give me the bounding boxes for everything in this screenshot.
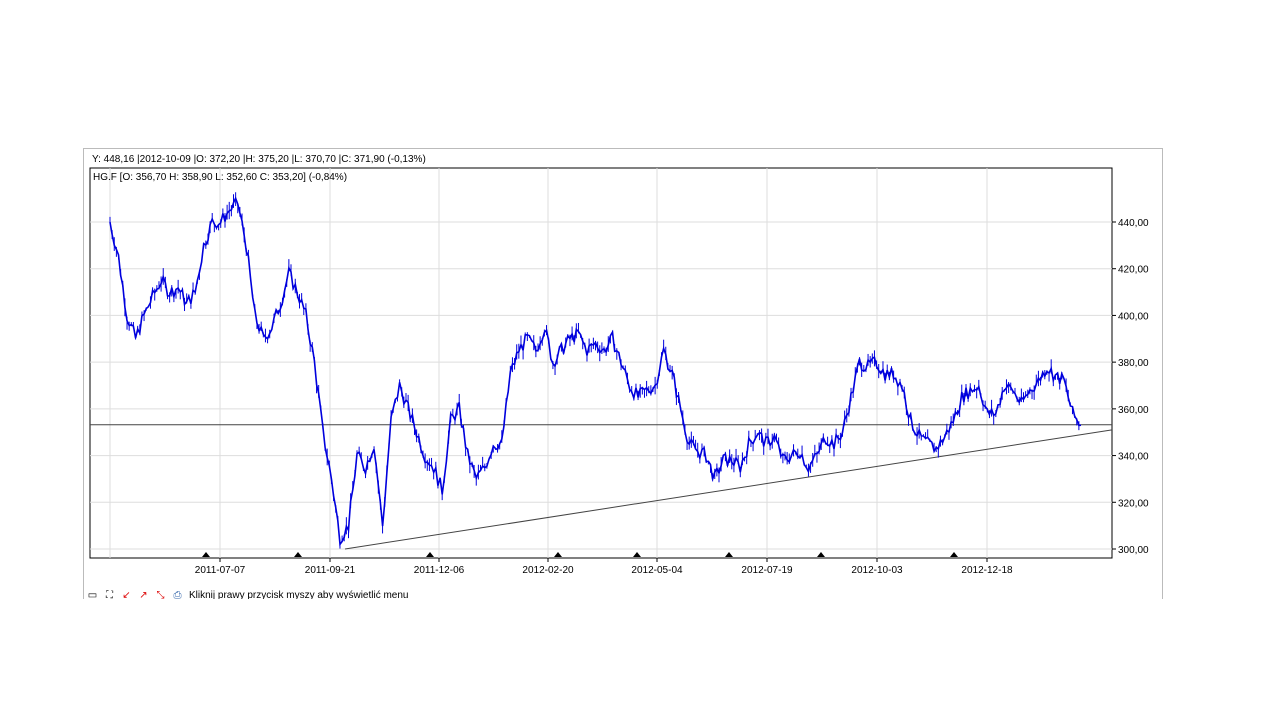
chart-title: HG.F [O: 356,70 H: 358,90 L: 352,60 C: 3… (93, 172, 347, 183)
x-tick-label: 2012-05-04 (631, 565, 683, 576)
zoom-arrows-icon[interactable]: ⤡ (155, 590, 166, 599)
price-chart[interactable]: 300,00 320,00 340,00 360,00 380,00 400,00 420,… (0, 0, 1280, 720)
y-tick-label: 420,00 (1118, 265, 1149, 276)
print-icon[interactable]: ⎙ (172, 590, 183, 599)
arrow-up-icon[interactable]: ↗ (138, 590, 149, 599)
frame-icon[interactable]: ▭ (87, 590, 98, 599)
x-tick-label: 2012-02-20 (522, 565, 574, 576)
y-tick-label: 300,00 (1118, 545, 1149, 556)
y-tick-label: 400,00 (1118, 311, 1149, 322)
x-tick-label: 2011-09-21 (305, 565, 356, 576)
chart-toolbar: ▭ ⛶ ↙ ↗ ⤡ ⎙ Kliknij prawy przycisk myszy… (87, 590, 409, 599)
x-tick-label: 2011-07-07 (195, 565, 246, 576)
y-tick-label: 440,00 (1118, 218, 1149, 229)
x-tick-label: 2011-12-06 (414, 565, 465, 576)
y-tick-label: 360,00 (1118, 405, 1149, 416)
arrow-down-icon[interactable]: ↙ (121, 590, 132, 599)
y-tick-label: 380,00 (1118, 358, 1149, 369)
x-tick-label: 2012-07-19 (741, 565, 793, 576)
fit-icon[interactable]: ⛶ (104, 590, 115, 599)
x-tick-label: 2012-10-03 (851, 565, 903, 576)
x-tick-label: 2012-12-18 (961, 565, 1013, 576)
y-tick-label: 320,00 (1118, 498, 1149, 509)
y-tick-label: 340,00 (1118, 452, 1149, 463)
toolbar-hint: Kliknij prawy przycisk myszy aby wyświet… (189, 590, 409, 599)
